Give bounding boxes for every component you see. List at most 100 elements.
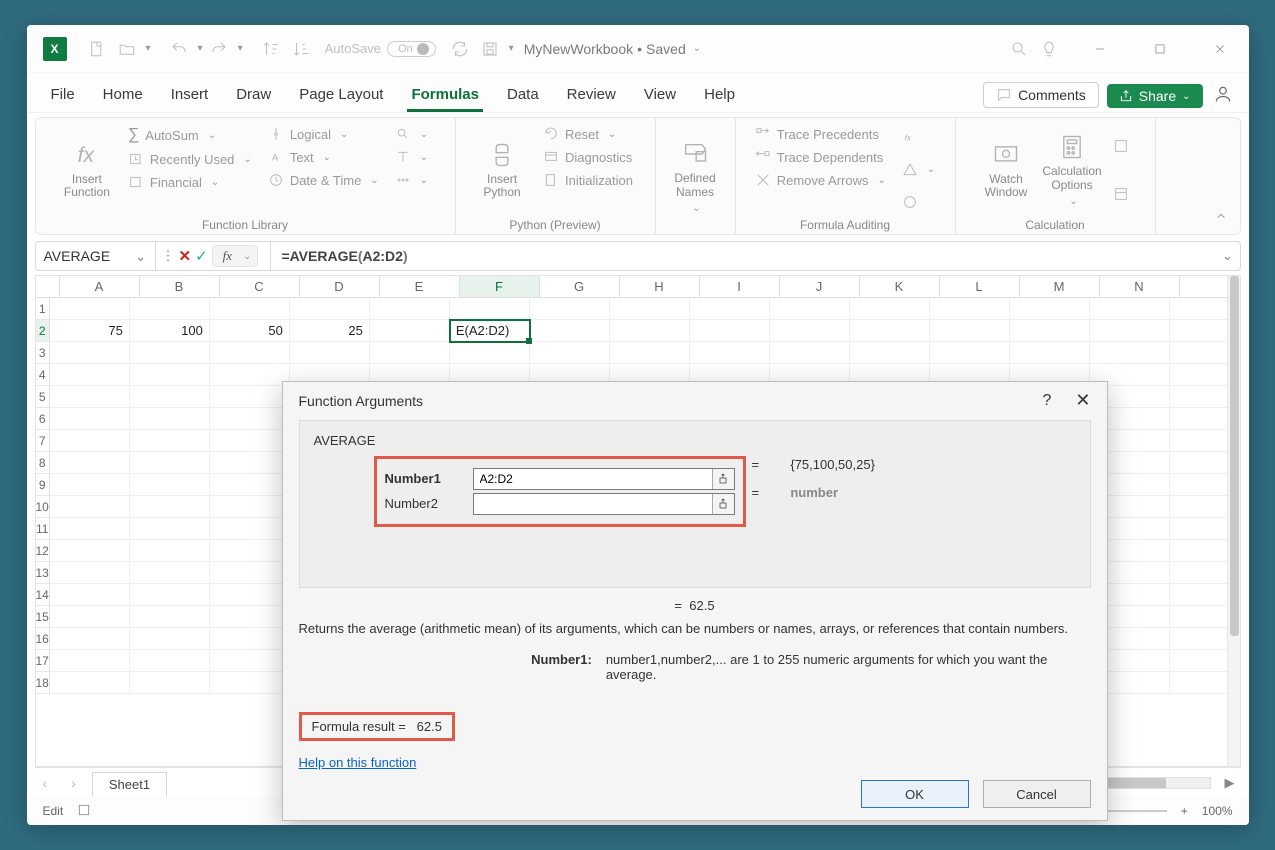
cell[interactable] [50,518,130,540]
insert-function-button[interactable]: fx Insert Function [58,124,116,216]
accessibility-icon[interactable] [77,803,91,820]
initialization-button[interactable]: Initialization [539,170,637,190]
collapse-ribbon-icon[interactable] [1214,209,1228,226]
col-header-I[interactable]: I [700,276,780,297]
cell[interactable] [210,606,290,628]
comments-button[interactable]: Comments [983,82,1099,108]
tab-help[interactable]: Help [690,78,749,112]
cancel-button[interactable]: Cancel [983,780,1091,808]
error-checking-icon[interactable]: ⌄ [898,160,939,180]
redo-icon[interactable] [205,35,233,63]
scroll-right-icon[interactable]: ▶ [1219,775,1241,791]
cell[interactable] [290,342,370,364]
arg2-range-selector-icon[interactable] [712,494,734,514]
row-header-12[interactable]: 12 [36,540,50,562]
cell[interactable] [370,320,450,342]
arg2-input[interactable] [474,494,712,514]
cell[interactable] [210,430,290,452]
document-title[interactable]: MyNewWorkbook • Saved ⌄ [524,41,701,57]
tab-home[interactable]: Home [89,78,157,112]
vertical-scrollbar[interactable] [1227,276,1241,766]
cell[interactable] [50,628,130,650]
cell[interactable] [50,474,130,496]
row-header-14[interactable]: 14 [36,584,50,606]
row-header-8[interactable]: 8 [36,452,50,474]
cell[interactable] [210,386,290,408]
cell[interactable] [770,342,850,364]
enter-entry-icon[interactable]: ✓ [195,247,208,265]
cell[interactable] [50,606,130,628]
cell[interactable] [210,474,290,496]
math-trig-icon[interactable]: ⌄ [391,147,432,167]
remove-arrows-button[interactable]: Remove Arrows⌄ [751,170,890,190]
defined-names-button[interactable]: Defined Names ⌄ [666,124,724,230]
cell[interactable] [50,452,130,474]
text-button[interactable]: AText⌄ [264,147,383,167]
cell[interactable] [290,298,370,320]
cell[interactable] [130,562,210,584]
insert-function-icon[interactable]: fx⌄ [212,245,259,267]
cell[interactable] [50,584,130,606]
cell[interactable] [1090,320,1170,342]
save-icon[interactable] [476,35,504,63]
cell[interactable]: 75 [50,320,130,342]
cell[interactable] [50,430,130,452]
cell[interactable] [130,342,210,364]
row-header-5[interactable]: 5 [36,386,50,408]
col-header-L[interactable]: L [940,276,1020,297]
cell[interactable]: 50 [210,320,290,342]
cell[interactable] [850,342,930,364]
cell[interactable] [210,342,290,364]
row-header-2[interactable]: 2 [36,320,50,342]
reset-button[interactable]: Reset⌄ [539,124,637,144]
col-header-A[interactable]: A [60,276,140,297]
cell[interactable] [1010,320,1090,342]
cell[interactable]: 100 [130,320,210,342]
cell[interactable]: 25 [290,320,370,342]
cell[interactable] [210,540,290,562]
cell[interactable] [50,408,130,430]
col-header-B[interactable]: B [140,276,220,297]
row-header-13[interactable]: 13 [36,562,50,584]
cell[interactable] [130,672,210,694]
calc-sheet-icon[interactable] [1109,184,1133,204]
cell[interactable] [530,342,610,364]
dialog-close-icon[interactable]: ✕ [1075,390,1090,411]
sheet-tab-sheet1[interactable]: Sheet1 [92,772,167,796]
lightbulb-icon[interactable] [1035,35,1063,63]
tab-page-layout[interactable]: Page Layout [285,78,397,112]
select-all-corner[interactable] [36,276,60,297]
row-header-16[interactable]: 16 [36,628,50,650]
expand-formula-bar-icon[interactable]: ⌄ [1216,248,1240,264]
row-header-15[interactable]: 15 [36,606,50,628]
calculation-options-button[interactable]: Calculation Options ⌄ [1043,124,1101,216]
trace-dependents-button[interactable]: Trace Dependents [751,147,890,167]
help-on-function-link[interactable]: Help on this function [299,755,1091,770]
row-header-18[interactable]: 18 [36,672,50,694]
cell[interactable] [930,320,1010,342]
cell[interactable] [130,386,210,408]
tab-review[interactable]: Review [553,78,630,112]
row-header-1[interactable]: 1 [36,298,50,320]
cell[interactable] [50,496,130,518]
name-box[interactable]: AVERAGE ⌄ [36,242,156,270]
logical-button[interactable]: Logical⌄ [264,124,383,144]
more-functions-icon[interactable]: ⌄ [391,170,432,190]
share-button[interactable]: Share ⌄ [1107,84,1203,108]
cell[interactable] [130,364,210,386]
cell[interactable] [210,628,290,650]
row-header-3[interactable]: 3 [36,342,50,364]
cell[interactable] [130,606,210,628]
close-window-button[interactable] [1197,33,1243,65]
formula-input[interactable]: =AVERAGE(A2:D2) [271,248,1215,264]
insert-python-button[interactable]: Insert Python [473,124,531,216]
cell[interactable] [210,650,290,672]
cell[interactable] [50,540,130,562]
cell[interactable] [130,496,210,518]
cell[interactable] [50,298,130,320]
lookup-ref-icon[interactable]: ⌄ [391,124,432,144]
cell[interactable] [210,496,290,518]
cell[interactable] [690,298,770,320]
new-file-icon[interactable] [83,35,111,63]
tab-insert[interactable]: Insert [157,78,223,112]
